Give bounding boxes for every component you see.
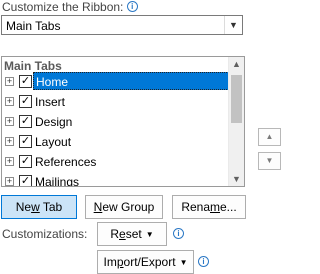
customizations-label: Customizations: [2, 227, 88, 241]
chevron-down-icon[interactable]: ▼ [224, 16, 242, 34]
design-checkbox[interactable]: ✓ [19, 115, 32, 128]
customize-ribbon-label: Customize the Ribbon: i [2, 0, 138, 14]
ribbon-tabs-dropdown[interactable]: Main Tabs ▼ [1, 15, 243, 35]
tree-item-design[interactable]: + ✓ Design [5, 112, 229, 132]
tree-item-insert[interactable]: + ✓ Insert [5, 92, 229, 112]
insert-checkbox[interactable]: ✓ [19, 95, 32, 108]
tree-item-label: Home [33, 72, 229, 90]
caret-down-icon: ▼ [179, 258, 188, 267]
tree-item-label: Layout [35, 135, 72, 149]
move-up-button[interactable]: ▲ [258, 128, 281, 146]
scroll-thumb[interactable] [231, 75, 242, 123]
info-icon[interactable]: i [126, 1, 138, 12]
move-down-button[interactable]: ▼ [258, 152, 281, 170]
expand-icon[interactable]: + [5, 117, 14, 126]
import-export-info-icon[interactable]: i [198, 256, 209, 267]
ribbon-tabs-tree[interactable]: Main Tabs + ✓ Home + ✓ Insert + ✓ Design… [1, 56, 245, 187]
tree-item-label: References [35, 155, 97, 169]
reset-button[interactable]: Reset ▼ [97, 222, 167, 246]
mailings-checkbox[interactable]: ✓ [19, 175, 32, 186]
import-export-button[interactable]: Import/Export ▼ [97, 250, 194, 274]
dropdown-value: Main Tabs [6, 19, 61, 33]
expand-icon[interactable]: + [5, 97, 14, 106]
caret-down-icon: ▼ [145, 230, 154, 239]
tree-item-label: Design [35, 115, 73, 129]
tree-item-mailings[interactable]: + ✓ Mailings [5, 172, 229, 187]
home-checkbox[interactable]: ✓ [19, 75, 32, 88]
scroll-up-icon[interactable]: ▲ [229, 57, 244, 71]
tree-item-home[interactable]: + ✓ Home [5, 72, 229, 92]
expand-icon[interactable]: + [5, 177, 14, 186]
triangle-up-icon: ▲ [265, 132, 274, 141]
tree-item-layout[interactable]: + ✓ Layout [5, 132, 229, 152]
rename-button[interactable]: Rename... [172, 195, 246, 219]
expand-icon[interactable]: + [5, 157, 14, 166]
tree-item-references[interactable]: + ✓ References [5, 152, 229, 172]
layout-checkbox[interactable]: ✓ [19, 135, 32, 148]
new-tab-button[interactable]: New Tab [1, 195, 77, 219]
tree-item-label: Insert [35, 95, 66, 109]
expand-icon[interactable]: + [5, 77, 14, 86]
triangle-down-icon: ▼ [265, 156, 274, 165]
references-checkbox[interactable]: ✓ [19, 155, 32, 168]
expand-icon[interactable]: + [5, 137, 14, 146]
tree-scrollbar[interactable]: ▲ ▼ [228, 57, 244, 186]
tree-item-label: Mailings [35, 175, 80, 187]
reset-info-icon[interactable]: i [173, 228, 184, 239]
scroll-down-icon[interactable]: ▼ [229, 172, 244, 186]
tree-header: Main Tabs [4, 59, 62, 73]
new-group-button[interactable]: New Group [85, 195, 163, 219]
